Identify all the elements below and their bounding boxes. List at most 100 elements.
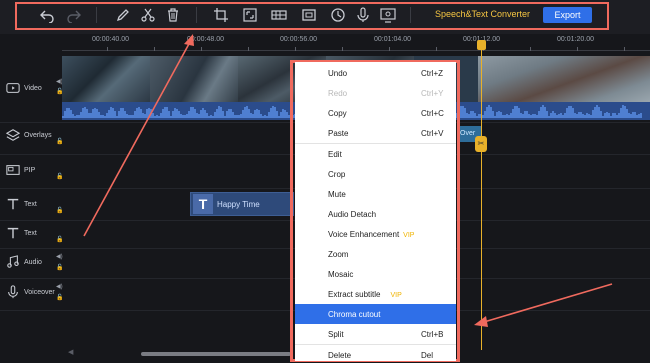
menu-item-undo[interactable]: Undo Ctrl+Z — [295, 63, 456, 83]
menu-label-text: Extract subtitle — [328, 290, 381, 299]
ruler-tick — [577, 47, 578, 51]
speech-text-converter-button[interactable]: Speech&Text Converter — [435, 9, 530, 19]
menu-label: Extract subtitle VIP — [328, 290, 402, 299]
track-audio: Audio — [0, 253, 62, 271]
video-thumbnail — [150, 56, 238, 102]
menu-label: Delete — [328, 351, 352, 360]
menu-label: Copy — [328, 109, 347, 118]
menu-item-voice-enhancement[interactable]: Voice Enhancement VIP — [295, 224, 456, 244]
ruler-tick — [295, 47, 296, 51]
overlays-icon — [4, 127, 22, 143]
music-note-icon — [4, 254, 22, 270]
track-voiceover: Voiceover — [0, 283, 62, 301]
menu-label: Redo — [328, 89, 348, 98]
menu-shortcut: Ctrl+Y — [421, 89, 444, 98]
mosaic-icon[interactable] — [270, 6, 288, 24]
speaker-icon[interactable]: ◀) — [56, 253, 63, 260]
menu-item-audio-detach[interactable]: Audio Detach — [295, 204, 456, 224]
track-pip: PIP — [0, 161, 62, 179]
ruler-label: 00:00:48.00 — [187, 36, 224, 43]
menu-item-edit[interactable]: Edit — [295, 144, 456, 164]
menu-item-chroma-cutout[interactable]: Chroma cutout — [295, 304, 456, 324]
playhead-line[interactable] — [481, 40, 482, 350]
track-name: Overlays — [24, 131, 52, 139]
lock-icon[interactable]: 🔓 — [56, 207, 63, 214]
track-name: Video — [24, 84, 42, 92]
ruler-tick — [436, 47, 437, 51]
ruler-label: 00:00:56.00 — [280, 36, 317, 43]
track-name: PIP — [24, 166, 36, 174]
menu-label: Split — [328, 330, 344, 339]
playhead-handle[interactable] — [477, 40, 486, 50]
speaker-icon[interactable]: ◀) — [56, 283, 63, 290]
timeline-ruler[interactable]: 00:00:40.00 00:00:48.00 00:00:56.00 00:0… — [62, 34, 650, 52]
menu-item-copy[interactable]: Copy Ctrl+C — [295, 103, 456, 123]
menu-label: Voice Enhancement VIP — [328, 230, 414, 239]
menu-label: Mute — [328, 190, 346, 199]
menu-item-crop[interactable]: Crop — [295, 164, 456, 184]
pencil-icon[interactable] — [114, 6, 132, 24]
freeze-frame-icon[interactable] — [300, 6, 318, 24]
menu-item-mute[interactable]: Mute — [295, 184, 456, 204]
redo-icon[interactable] — [65, 6, 83, 24]
track-name: Text — [24, 229, 37, 237]
menu-label: Zoom — [328, 250, 349, 259]
undo-icon[interactable] — [38, 6, 56, 24]
menu-label: Crop — [328, 170, 346, 179]
menu-label: Edit — [328, 150, 342, 159]
menu-item-mosaic[interactable]: Mosaic — [295, 264, 456, 284]
expand-icon[interactable] — [241, 6, 259, 24]
crop-icon[interactable] — [212, 6, 230, 24]
trash-icon[interactable] — [164, 6, 182, 24]
scissors-icon[interactable] — [139, 6, 157, 24]
menu-shortcut: Ctrl+B — [421, 330, 444, 339]
track-video: Video — [0, 78, 62, 98]
ruler-line — [62, 50, 650, 51]
lock-icon[interactable]: 🔓 — [56, 236, 63, 243]
menu-label: Audio Detach — [328, 210, 377, 219]
menu-label: Chroma cutout — [328, 310, 381, 319]
menu-item-zoom[interactable]: Zoom — [295, 244, 456, 264]
menu-item-delete[interactable]: Delete Del — [295, 345, 456, 363]
text-clip[interactable]: T Happy Time — [190, 192, 294, 216]
track-text-1: Text — [0, 195, 62, 213]
ruler-tick — [624, 47, 625, 51]
lock-icon[interactable]: 🔓 — [56, 294, 63, 301]
track-name: Voiceover — [24, 288, 55, 296]
menu-item-paste[interactable]: Paste Ctrl+V — [295, 123, 456, 143]
annotation-arrow — [483, 283, 613, 323]
lock-icon[interactable]: 🔓 — [56, 173, 63, 180]
menu-label: Undo — [328, 69, 348, 78]
scroll-left-icon[interactable]: ◀ — [68, 348, 73, 356]
video-thumbnail — [478, 56, 650, 102]
menu-label-text: Voice Enhancement — [328, 230, 400, 239]
ruler-tick — [154, 47, 155, 51]
menu-shortcut: Ctrl+Z — [421, 69, 443, 78]
menu-item-extract-subtitle[interactable]: Extract subtitle VIP — [295, 284, 456, 304]
ruler-label: 00:01:04.00 — [374, 36, 411, 43]
microphone-icon — [4, 284, 22, 300]
horizontal-scrollbar[interactable] — [141, 352, 291, 356]
microphone-icon[interactable] — [354, 6, 372, 24]
menu-label: Mosaic — [328, 270, 354, 279]
video-track-icon — [4, 80, 22, 96]
ruler-label: 00:00:40.00 — [92, 36, 129, 43]
text-track-icon — [4, 196, 22, 212]
text-track-icon — [4, 225, 22, 241]
track-name: Audio — [24, 258, 42, 266]
track-text-2: Text — [0, 224, 62, 242]
ruler-tick — [389, 47, 390, 51]
ruler-tick — [248, 47, 249, 51]
playhead-split-knob[interactable]: ✂ — [475, 136, 487, 152]
lock-icon[interactable]: 🔓 — [56, 264, 63, 271]
waveform-bar — [640, 112, 642, 118]
menu-item-split[interactable]: Split Ctrl+B — [295, 324, 456, 344]
menu-item-redo[interactable]: Redo Ctrl+Y — [295, 83, 456, 103]
export-button[interactable]: Export — [543, 7, 592, 23]
clock-icon[interactable] — [329, 6, 347, 24]
screen-record-icon[interactable] — [379, 6, 397, 24]
text-clip-icon: T — [193, 194, 213, 214]
lock-icon[interactable]: 🔓 — [56, 138, 63, 145]
menu-shortcut: Ctrl+C — [421, 109, 444, 118]
text-clip-label: Happy Time — [217, 199, 260, 209]
